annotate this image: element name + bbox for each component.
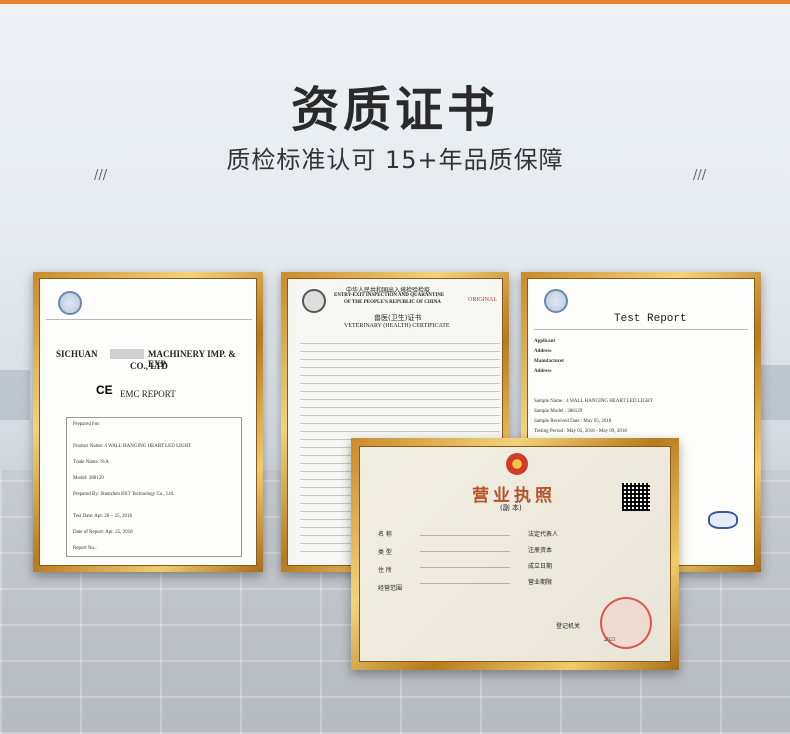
signature-seal-icon: [708, 511, 738, 529]
hst-logo-icon: [58, 291, 82, 315]
list-item: Sample Name : 4 WALL HANGING HEART LED L…: [534, 399, 653, 404]
list-item: Address: [534, 369, 552, 374]
license-label-founded: 成立日期: [528, 563, 553, 570]
decorative-slashes-left: ///: [94, 168, 108, 183]
table-row: Test Date: Apr. 20 ~ 25, 2018: [73, 514, 133, 519]
hst-logo-icon: [544, 289, 568, 313]
list-item: Testing Period : May 05, 2018 - May 09, …: [534, 429, 627, 434]
decorative-slashes-right: ///: [693, 168, 707, 183]
license-subtitle: (副 本): [500, 504, 522, 512]
license-label-term: 营业期限: [528, 579, 553, 586]
emc-info-table: Prepared For: Product Name: 4 WALL HANGI…: [66, 417, 242, 557]
vet-header-en1: ENTRY-EXIT INSPECTION AND QUARANTINE: [334, 293, 445, 298]
license-label-legal-rep: 法定代表人: [528, 531, 559, 538]
ce-mark-icon: CE: [96, 383, 113, 397]
page-subtitle: 质检标准认可 15+年品质保障: [226, 146, 564, 174]
table-row: Trade Name: N/A: [73, 460, 109, 465]
table-row: Product Name: 4 WALL HANGING HEART LED L…: [73, 444, 192, 449]
official-red-seal: [600, 597, 652, 649]
national-emblem-icon: [506, 453, 528, 475]
license-label-scope: 经营范围: [378, 585, 403, 592]
list-item: Manufacturer: [534, 359, 565, 364]
vet-original-label: ORIGINAL: [468, 297, 497, 303]
inspection-emblem-icon: [302, 289, 326, 313]
license-label-address: 住 所: [378, 567, 392, 574]
list-item: Sample Model : 388129: [534, 409, 583, 414]
emc-certificate-frame: SICHUAN MACHINERY IMP. & EXP. CO., LTD C…: [33, 272, 263, 572]
license-label-type: 类 型: [378, 549, 392, 556]
list-item: Sample Received Date : May 05, 2018: [534, 419, 612, 424]
license-label-name: 名 称: [378, 531, 392, 538]
table-row: Date of Report: Apr. 25, 2018: [73, 530, 133, 535]
table-row: Report No.:: [73, 546, 97, 551]
license-body-text: [420, 529, 510, 599]
vet-header-en2: OF THE PEOPLE'S REPUBLIC OF CHINA: [344, 300, 441, 305]
emc-report-title: EMC REPORT: [120, 389, 176, 399]
business-license-frame: 营业执照 (副 本) 名 称 类 型 住 所 法定代表人 注册资本 成立日期 营…: [351, 438, 679, 670]
top-accent-bar: [0, 0, 790, 4]
page-title: 资质证书: [290, 82, 499, 138]
list-item: Address: [534, 349, 552, 354]
emc-certificate: SICHUAN MACHINERY IMP. & EXP. CO., LTD C…: [39, 278, 257, 566]
redacted-name: [110, 349, 144, 359]
test-report-title: Test Report: [614, 313, 687, 325]
qr-code-icon: [622, 483, 650, 511]
table-row: Prepared For:: [73, 422, 101, 427]
table-row: Prepared By: Shenzhen HST Technology Co.…: [73, 492, 175, 497]
vet-title-en: VETERINARY (HEALTH) CERTIFICATE: [344, 323, 450, 329]
emc-company-line3: CO., LTD: [130, 361, 168, 371]
emc-company-line1: SICHUAN: [56, 349, 98, 359]
list-item: Applicant: [534, 339, 556, 344]
license-authority-label: 登记机关: [556, 623, 581, 630]
table-row: Model: 388129: [73, 476, 104, 481]
vet-title-cn: 兽医(卫生)证书: [374, 314, 422, 322]
license-label-capital: 注册资本: [528, 547, 553, 554]
business-license: 营业执照 (副 本) 名 称 类 型 住 所 法定代表人 注册资本 成立日期 营…: [359, 446, 671, 662]
